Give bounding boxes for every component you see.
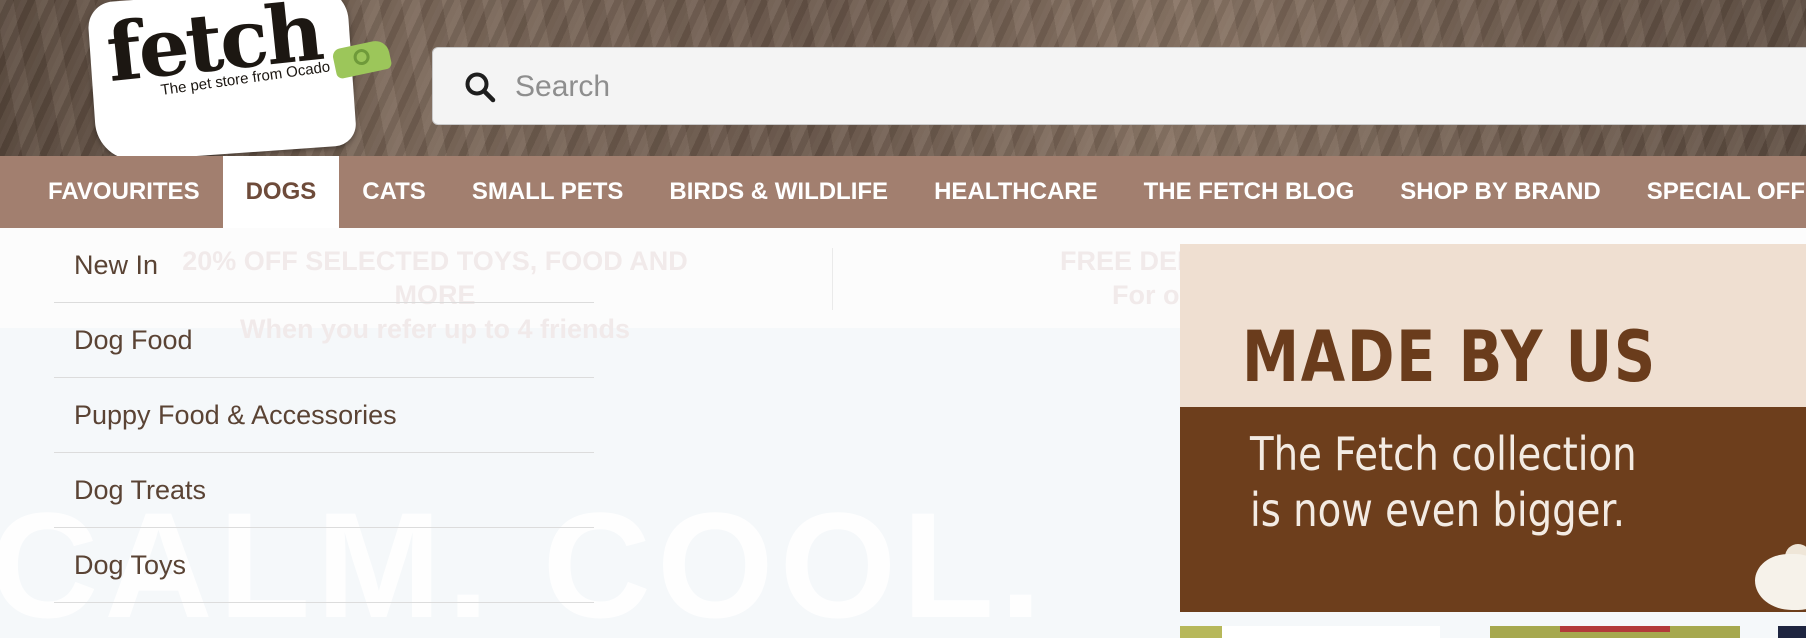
product-tile-preview[interactable]	[1778, 626, 1806, 638]
banner-subtitle: The Fetch collection is now even bigger.	[1250, 426, 1637, 538]
nav-item-fetch-blog[interactable]: THE FETCH BLOG	[1121, 156, 1378, 228]
dropdown-item-dog-treats[interactable]: Dog Treats	[54, 453, 594, 528]
promo-divider	[832, 248, 833, 310]
search-input[interactable]	[513, 60, 1717, 114]
product-tile-preview[interactable]	[1180, 626, 1222, 638]
nav-item-healthcare[interactable]: HEALTHCARE	[911, 156, 1121, 228]
banner-subtitle-line-1: The Fetch collection	[1250, 427, 1637, 481]
nav-item-special-offers[interactable]: SPECIAL OFFERS	[1624, 156, 1806, 228]
made-by-us-banner[interactable]: MADE BY US The Fetch collection is now e…	[1180, 244, 1806, 612]
site-header: fetch The pet store from Ocado	[0, 0, 1806, 163]
search-icon[interactable]	[463, 70, 497, 104]
nav-item-cats[interactable]: CATS	[339, 156, 449, 228]
search-bar[interactable]	[432, 47, 1806, 125]
page-content: 20% OFF SELECTED TOYS, FOOD AND MORE Whe…	[0, 228, 1806, 638]
banner-title: MADE BY US	[1242, 316, 1657, 398]
dropdown-item-dog-toys[interactable]: Dog Toys	[54, 528, 594, 603]
banner-subtitle-line-2: is now even bigger.	[1250, 483, 1626, 537]
nav-item-dogs[interactable]: DOGS	[222, 156, 340, 228]
main-nav: FAVOURITES DOGS CATS SMALL PETS BIRDS & …	[0, 156, 1806, 228]
dropdown-item-dog-food[interactable]: Dog Food	[54, 303, 594, 378]
dropdown-item-new-in[interactable]: New In	[54, 228, 594, 303]
dogs-dropdown-menu: New In Dog Food Puppy Food & Accessories…	[54, 228, 594, 638]
nav-item-birds-wildlife[interactable]: BIRDS & WILDLIFE	[646, 156, 911, 228]
nav-item-small-pets[interactable]: SMALL PETS	[449, 156, 647, 228]
product-tile-preview[interactable]	[1560, 626, 1670, 632]
nav-item-shop-by-brand[interactable]: SHOP BY BRAND	[1377, 156, 1623, 228]
nav-item-favourites[interactable]: FAVOURITES	[25, 156, 223, 228]
product-tile-preview[interactable]	[1222, 626, 1440, 638]
dropdown-item-puppy-food[interactable]: Puppy Food & Accessories	[54, 378, 594, 453]
